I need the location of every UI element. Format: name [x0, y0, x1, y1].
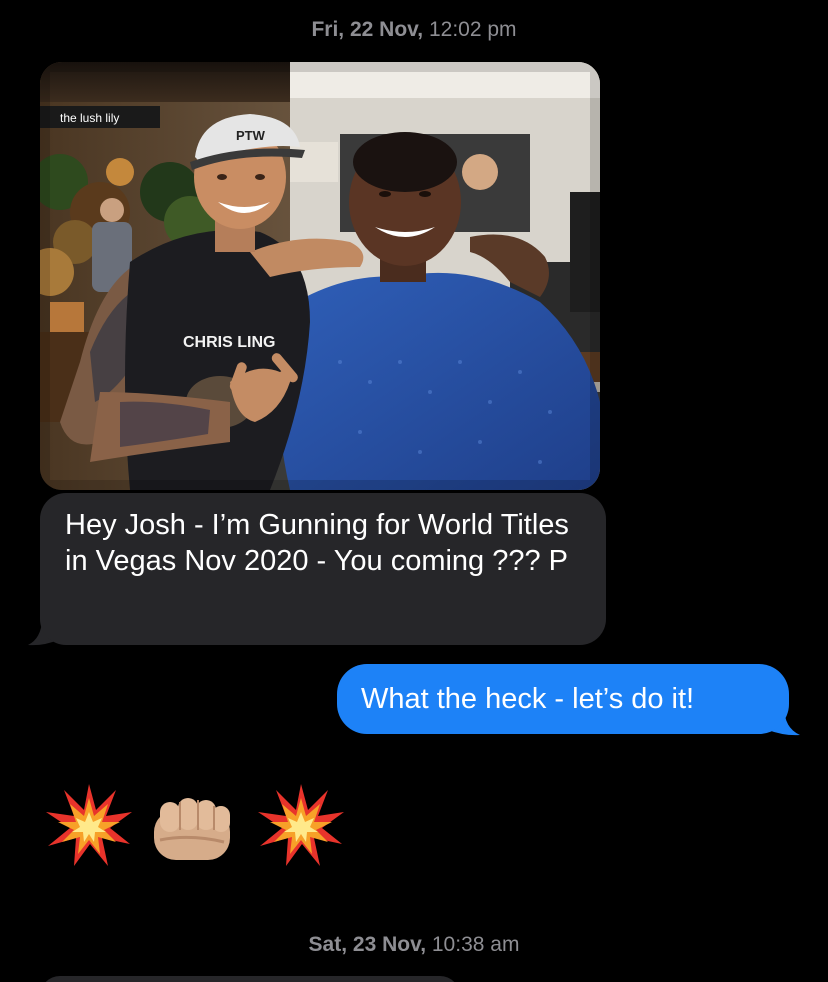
timestamp-day: Fri, 22 Nov, [311, 18, 424, 41]
timestamp-header: Fri, 22 Nov, 12:02 pm [0, 18, 828, 42]
timestamp-day: Sat, 23 Nov, [308, 933, 427, 956]
incoming-message-bubble-partial[interactable] [40, 976, 460, 982]
incoming-message-text: Hey Josh - I’m Gunning for World Titles … [65, 509, 569, 577]
shirt-text: CHRIS LING [183, 334, 275, 351]
shop-sign-text: the lush lily [60, 111, 119, 125]
outgoing-message-text: What the heck - let’s do it! [361, 683, 695, 715]
collision-icon [46, 784, 132, 866]
timestamp-time: 12:02 pm [423, 18, 517, 41]
emoji-message[interactable] [44, 782, 354, 872]
timestamp-time: 10:38 am [426, 933, 520, 956]
outgoing-message-bubble[interactable]: What the heck - let’s do it! [337, 664, 789, 734]
photo-message[interactable]: the lush lily CHRIS LING PTW [40, 62, 600, 490]
collision-icon [258, 784, 344, 866]
fist-bump-icon [154, 798, 230, 860]
photo-image: the lush lily CHRIS LING PTW [40, 62, 600, 490]
timestamp-header: Sat, 23 Nov, 10:38 am [0, 933, 828, 957]
cap-text: PTW [236, 128, 266, 143]
message-thread: Fri, 22 Nov, 12:02 pm the lush lily CHRI… [0, 0, 828, 982]
incoming-message-bubble[interactable]: Hey Josh - I’m Gunning for World Titles … [40, 493, 606, 645]
